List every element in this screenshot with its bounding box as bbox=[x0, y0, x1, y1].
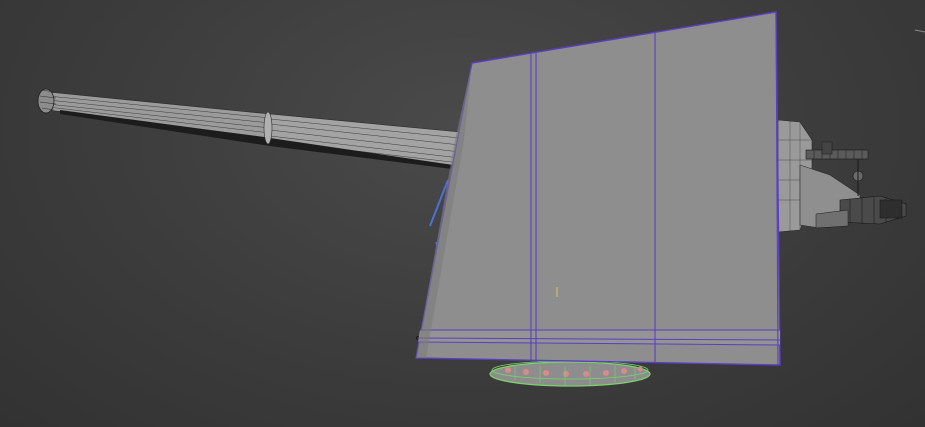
gun-shield-mesh[interactable] bbox=[415, 11, 781, 366]
breech-mechanism[interactable] bbox=[777, 119, 907, 233]
scene-viewport[interactable] bbox=[0, 0, 925, 427]
barrel-mesh[interactable] bbox=[37, 88, 461, 170]
turret-base-ring[interactable] bbox=[489, 360, 651, 387]
scene-canvas[interactable] bbox=[0, 0, 925, 427]
viewport-corner-marker bbox=[914, 29, 925, 33]
